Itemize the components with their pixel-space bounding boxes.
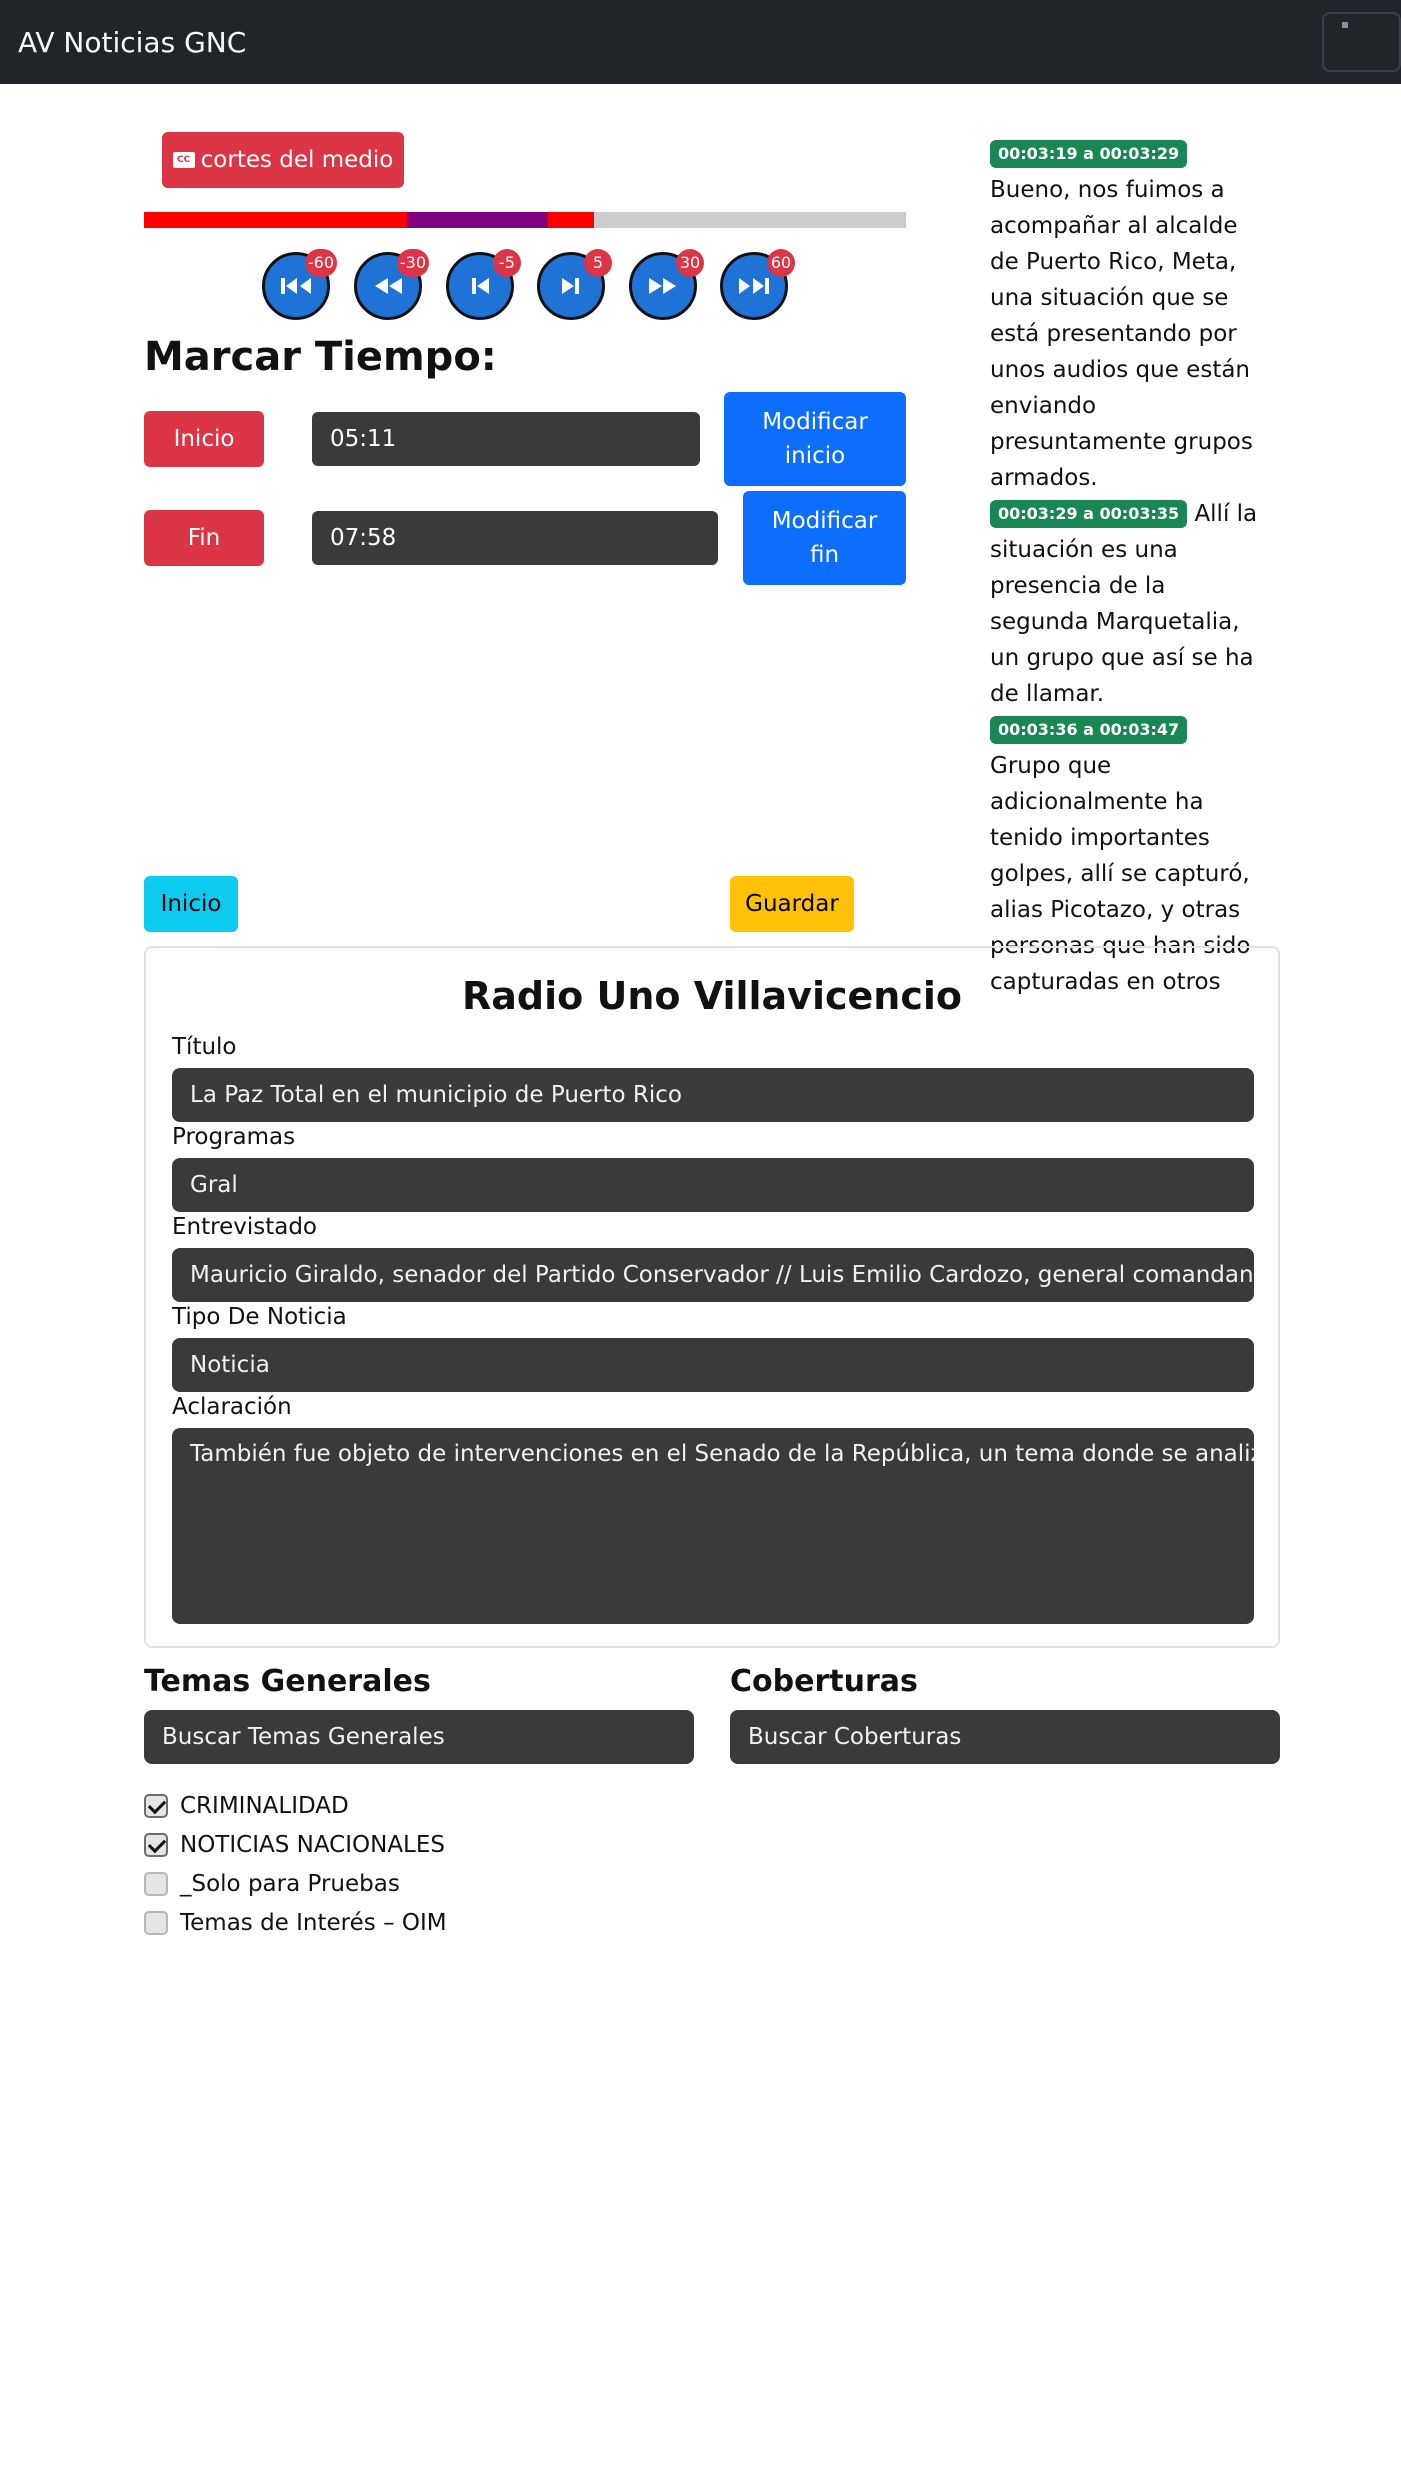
entrevistado-label: Entrevistado (172, 1214, 317, 1240)
rewind-60-badge: -60 (304, 249, 337, 277)
forward-5-button[interactable]: 5 (537, 249, 612, 320)
modificar-fin-button[interactable]: Modificar fin (743, 491, 906, 585)
forward-60-badge: 60 (767, 249, 795, 277)
aclaracion-label: Aclaración (172, 1394, 292, 1420)
coberturas-search-input[interactable]: Buscar Coberturas (730, 1710, 1280, 1764)
rewind-5-button[interactable]: -5 (446, 249, 521, 320)
tipo-noticia-label: Tipo De Noticia (172, 1304, 347, 1330)
tipo-noticia-field[interactable]: Noticia (172, 1338, 1254, 1392)
rewind-30-badge: -30 (396, 249, 429, 277)
fin-time-field[interactable]: 07:58 (312, 511, 718, 565)
tema-checkbox-item[interactable]: NOTICIAS NACIONALES (144, 1827, 445, 1863)
coberturas-title: Coberturas (730, 1664, 918, 1699)
tema-checkbox-label: CRIMINALIDAD (180, 1793, 349, 1819)
titulo-field[interactable]: La Paz Total en el municipio de Puerto R… (172, 1068, 1254, 1122)
guardar-button[interactable]: Guardar (730, 876, 854, 932)
transcript-timestamp-badge[interactable]: 00:03:36 a 00:03:47 (990, 716, 1188, 744)
menu-icon (1342, 22, 1348, 28)
titulo-label: Título (172, 1034, 237, 1060)
tema-checkbox[interactable] (144, 1872, 168, 1896)
aclaracion-textarea[interactable]: También fue objeto de intervenciones en … (172, 1428, 1254, 1624)
media-outlet-title: Radio Uno Villavicencio (462, 974, 962, 1018)
rewind-30-button[interactable]: -30 (354, 249, 429, 320)
transcript-timestamp-badge[interactable]: 00:03:19 a 00:03:29 (990, 140, 1188, 168)
cortes-del-medio-label: cortes del medio (200, 146, 394, 173)
tema-checkbox[interactable] (144, 1833, 168, 1857)
fast-forward-icon (649, 278, 676, 294)
tema-checkbox-label: NOTICIAS NACIONALES (180, 1832, 445, 1858)
inicio-nav-button[interactable]: Inicio (144, 876, 238, 932)
transcript-timestamp-badge[interactable]: 00:03:29 a 00:03:35 (990, 500, 1188, 528)
transcript-panel: 00:03:19 a 00:03:29 Bueno, nos fuimos a … (990, 136, 1260, 1000)
progress-segment-red (144, 212, 407, 228)
inicio-mark-button[interactable]: Inicio (144, 411, 264, 467)
temas-generales-title: Temas Generales (144, 1664, 431, 1699)
rewind-icon (375, 278, 402, 294)
tema-checkbox-item[interactable]: Temas de Interés – OIM (144, 1905, 447, 1941)
menu-toggle-button[interactable] (1322, 12, 1401, 72)
forward-30-button[interactable]: 30 (629, 249, 704, 320)
tema-checkbox-item[interactable]: _Solo para Pruebas (144, 1866, 400, 1902)
skip-forward-icon (739, 278, 769, 294)
fin-mark-button[interactable]: Fin (144, 510, 264, 566)
forward-30-badge: 30 (676, 249, 704, 277)
app-title[interactable]: AV Noticias GNC (18, 26, 246, 59)
cortes-del-medio-button[interactable]: CC cortes del medio (162, 132, 404, 188)
skip-back-icon (281, 278, 311, 294)
modificar-inicio-button[interactable]: Modificar inicio (724, 392, 906, 486)
tema-checkbox-label: Temas de Interés – OIM (180, 1910, 447, 1936)
inicio-time-field[interactable]: 05:11 (312, 412, 700, 466)
programas-label: Programas (172, 1124, 296, 1150)
progress-segment-red (547, 212, 594, 228)
tema-checkbox-item[interactable]: CRIMINALIDAD (144, 1788, 349, 1824)
step-back-icon (472, 278, 489, 294)
programas-field[interactable]: Gral (172, 1158, 1254, 1212)
entrevistado-field[interactable]: Mauricio Giraldo, senador del Partido Co… (172, 1248, 1254, 1302)
temas-generales-search-input[interactable]: Buscar Temas Generales (144, 1710, 694, 1764)
closed-captions-icon: CC (172, 152, 195, 168)
media-progress-bar[interactable] (144, 212, 906, 228)
step-forward-icon (562, 278, 579, 294)
transcript-text: Allí la situación es una presencia de la… (990, 501, 1258, 707)
rewind-60-button[interactable]: -60 (262, 249, 337, 320)
rewind-5-badge: -5 (493, 249, 521, 277)
forward-60-button[interactable]: 60 (720, 249, 795, 320)
tema-checkbox-label: _Solo para Pruebas (180, 1871, 400, 1897)
news-form-card: Radio Uno Villavicencio Título La Paz To… (144, 946, 1280, 1648)
forward-5-badge: 5 (584, 249, 612, 277)
tema-checkbox[interactable] (144, 1911, 168, 1935)
progress-segment-purple (406, 212, 548, 228)
transcript-text: Bueno, nos fuimos a acompañar al alcalde… (990, 177, 1253, 491)
navbar: AV Noticias GNC (0, 0, 1401, 84)
marcar-tiempo-title: Marcar Tiempo: (144, 334, 497, 380)
tema-checkbox[interactable] (144, 1794, 168, 1818)
